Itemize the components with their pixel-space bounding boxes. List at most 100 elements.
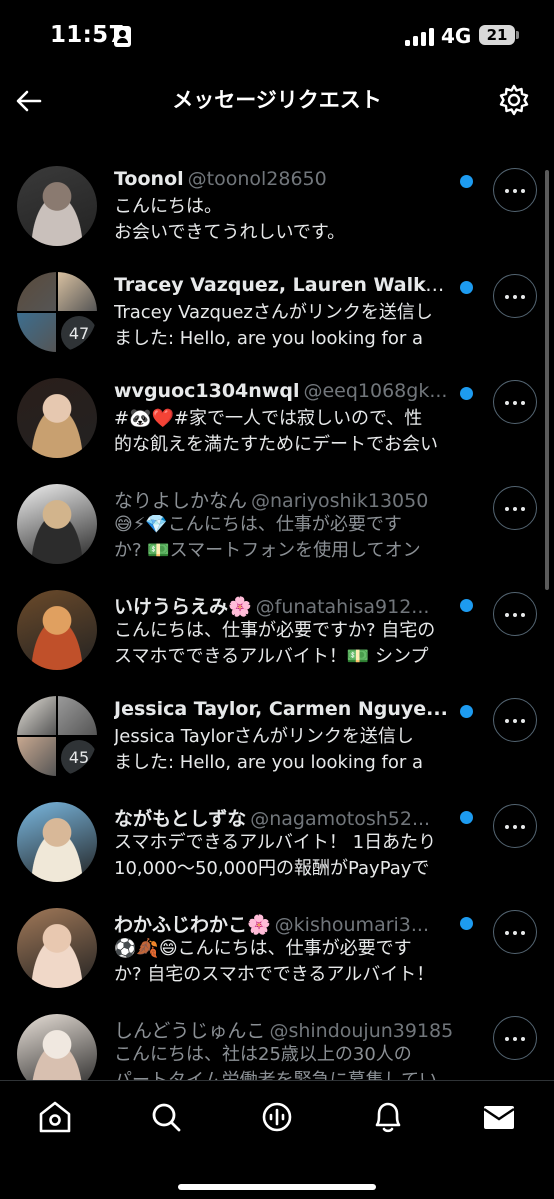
- more-options-button[interactable]: [493, 804, 537, 848]
- message-request-item[interactable]: 47 Tracey Vazquez, Lauren Walke... Tracey …: [0, 234, 554, 352]
- message-request-list[interactable]: Toonol @toonol28650 こんにちは。 お会いできてうれしいです。 47 T…: [0, 128, 554, 1080]
- ellipsis-dot: [521, 401, 525, 405]
- more-options-button[interactable]: [493, 1016, 537, 1060]
- header: メッセージリクエスト: [0, 72, 554, 128]
- sender-handle: @kishoumari3...: [274, 914, 430, 936]
- sender-handle: @toonol28650: [187, 168, 327, 190]
- sender-handle: @funatahisa912...: [255, 596, 430, 618]
- bell-icon[interactable]: [366, 1095, 410, 1139]
- more-options-button[interactable]: [493, 274, 537, 318]
- ellipsis-dot: [521, 931, 525, 935]
- message-preview-line: Jessica Taylorさんがリンクを送信し: [114, 726, 414, 747]
- message-preview-line: こんにちは、社は25歳以上の30人の: [114, 1044, 412, 1065]
- more-options-button[interactable]: [493, 592, 537, 636]
- sender-handle: @nariyoshik13050: [251, 490, 429, 512]
- page-title: メッセージリクエスト: [172, 88, 382, 112]
- unread-dot: [460, 811, 473, 824]
- ellipsis-dot: [505, 401, 509, 405]
- message-preview-line: #🐼❤️#家で一人では寂しいので、性: [114, 408, 423, 429]
- message-request-item[interactable]: ながもとしずな @nagamotosh52... スマホデできるアルバイト！ 1日あ…: [0, 764, 554, 882]
- ellipsis-dot: [505, 189, 509, 193]
- sender-line: wvguoc1304nwql @eeq1068gk...: [114, 380, 456, 402]
- home-icon[interactable]: [33, 1095, 77, 1139]
- message-request-item[interactable]: いけうらえみ🌸 @funatahisa912... こんにちは、仕事が必要ですか? …: [0, 552, 554, 670]
- ellipsis-dot: [513, 295, 517, 299]
- search-icon[interactable]: [144, 1095, 188, 1139]
- sender-name: Toonol: [114, 168, 184, 190]
- sender-name: わかふじわかこ🌸: [114, 914, 271, 936]
- ellipsis-dot: [505, 1037, 509, 1041]
- ellipsis-dot: [521, 825, 525, 829]
- scrollbar[interactable]: [545, 170, 549, 590]
- sender-line: ながもとしずな @nagamotosh52...: [114, 804, 456, 831]
- group-member-photo: [17, 696, 56, 735]
- unread-dot: [460, 705, 473, 718]
- ellipsis-dot: [513, 719, 517, 723]
- ellipsis-dot: [513, 825, 517, 829]
- ellipsis-dot: [513, 507, 517, 511]
- sender-name: ながもとしずな: [114, 808, 247, 830]
- spaces-icon[interactable]: [255, 1095, 299, 1139]
- message-request-item[interactable]: しんどうじゅんこ @shindoujun39185 こんにちは、社は25歳以上の30…: [0, 976, 554, 1080]
- ellipsis-dot: [505, 613, 509, 617]
- bottom-tab-bar: [0, 1080, 554, 1199]
- signal-strength-icon: [405, 28, 435, 46]
- ellipsis-dot: [505, 825, 509, 829]
- ellipsis-dot: [513, 613, 517, 617]
- network-type: 4G: [441, 24, 472, 48]
- more-options-button[interactable]: [493, 698, 537, 742]
- sender-name: なりよしかなん: [114, 490, 248, 512]
- message-preview-line: Tracey Vazquezさんがリンクを送信し: [114, 302, 433, 323]
- message-request-item[interactable]: wvguoc1304nwql @eeq1068gk... #🐼❤️#家で一人では寂し…: [0, 340, 554, 458]
- sender-line: しんどうじゅんこ @shindoujun39185: [114, 1016, 456, 1043]
- ellipsis-dot: [513, 1037, 517, 1041]
- unread-dot: [460, 387, 473, 400]
- sender-name: Tracey Vazquez, Lauren Walke...: [114, 274, 456, 296]
- message-request-item[interactable]: わかふじわかこ🌸 @kishoumari3... ⚽🍂😄こんにちは、仕事が必要ですか…: [0, 870, 554, 988]
- ellipsis-dot: [505, 507, 509, 511]
- message-preview-line: ⚽🍂😄こんにちは、仕事が必要です: [114, 938, 412, 959]
- ellipsis-dot: [521, 189, 525, 193]
- group-member-photo: [58, 696, 97, 735]
- ellipsis-dot: [521, 613, 525, 617]
- sender-name: しんどうじゅんこ: [114, 1020, 266, 1042]
- sender-line: いけうらえみ🌸 @funatahisa912...: [114, 592, 456, 619]
- ellipsis-dot: [521, 507, 525, 511]
- battery-level: 21: [486, 26, 508, 44]
- message-preview-line: 😅⚡💎こんにちは、仕事が必要です: [114, 514, 402, 535]
- mail-icon[interactable]: [477, 1095, 521, 1139]
- sender-line: Jessica Taylor, Carmen Nguye...: [114, 698, 456, 720]
- ellipsis-dot: [521, 295, 525, 299]
- message-request-item[interactable]: なりよしかなん @nariyoshik13050 😅⚡💎こんにちは、仕事が必要ですか…: [0, 446, 554, 564]
- unread-dot: [460, 175, 473, 188]
- sender-handle: @shindoujun39185: [269, 1020, 454, 1042]
- ellipsis-dot: [521, 1037, 525, 1041]
- sender-handle: @eeq1068gk...: [303, 380, 448, 402]
- more-options-button[interactable]: [493, 910, 537, 954]
- ellipsis-dot: [505, 719, 509, 723]
- sender-name: Jessica Taylor, Carmen Nguye...: [114, 698, 448, 720]
- unread-dot: [460, 599, 473, 612]
- ellipsis-dot: [505, 295, 509, 299]
- avatar[interactable]: [17, 1014, 97, 1080]
- ellipsis-dot: [521, 719, 525, 723]
- home-indicator[interactable]: [178, 1184, 376, 1190]
- message-request-item[interactable]: Toonol @toonol28650 こんにちは。 お会いできてうれしいです。: [0, 128, 554, 246]
- message-preview-line: こんにちは。: [114, 196, 222, 217]
- sender-name: wvguoc1304nwql: [114, 380, 300, 402]
- sender-name: いけうらえみ🌸: [114, 596, 252, 618]
- ellipsis-dot: [513, 931, 517, 935]
- unread-dot: [460, 281, 473, 294]
- id-card-icon: [114, 26, 131, 47]
- more-options-button[interactable]: [493, 486, 537, 530]
- sender-line: なりよしかなん @nariyoshik13050: [114, 486, 456, 513]
- ellipsis-dot: [505, 931, 509, 935]
- more-options-button[interactable]: [493, 380, 537, 424]
- battery-icon: 21: [479, 25, 519, 45]
- gear-icon[interactable]: [496, 82, 532, 118]
- status-bar: 11:57 4G 21: [0, 0, 554, 72]
- more-options-button[interactable]: [493, 168, 537, 212]
- message-request-item[interactable]: 45 Jessica Taylor, Carmen Nguye... Jessica…: [0, 658, 554, 776]
- sender-handle: @nagamotosh52...: [250, 808, 431, 830]
- ellipsis-dot: [513, 189, 517, 193]
